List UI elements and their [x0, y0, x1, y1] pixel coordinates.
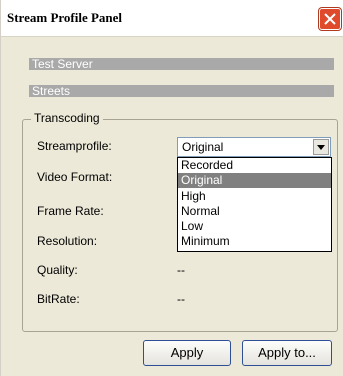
dropdown-option-minimum[interactable]: Minimum	[178, 234, 331, 249]
chevron-down-icon	[317, 145, 325, 150]
dropdown-option-low[interactable]: Low	[178, 219, 331, 234]
window-title: Stream Profile Panel	[7, 10, 123, 25]
streamprofile-selected-value: Original	[182, 140, 224, 154]
streamprofile-select[interactable]: Original	[177, 137, 331, 157]
close-button[interactable]	[319, 8, 341, 30]
bitrate-value: --	[177, 292, 185, 306]
camera-name-bar: Streets	[29, 85, 334, 97]
bitrate-label: BitRate:	[37, 292, 80, 306]
video-format-label: Video Format:	[37, 170, 113, 184]
dropdown-option-original[interactable]: Original	[178, 173, 331, 188]
apply-button[interactable]: Apply	[143, 340, 231, 366]
quality-value: --	[177, 263, 185, 277]
frame-rate-label: Frame Rate:	[37, 204, 104, 218]
quality-label: Quality:	[37, 263, 78, 277]
close-icon	[324, 13, 336, 25]
streamprofile-label: Streamprofile:	[37, 139, 112, 153]
dropdown-option-recorded[interactable]: Recorded	[178, 158, 331, 173]
apply-to-button[interactable]: Apply to...	[242, 340, 332, 366]
server-name-bar: Test Server	[29, 58, 334, 70]
streamprofile-dropdown-button[interactable]	[313, 139, 329, 155]
resolution-label: Resolution:	[37, 234, 98, 248]
dropdown-option-normal[interactable]: Normal	[178, 204, 331, 219]
stream-profile-panel: Stream Profile Panel Test Server Streets…	[0, 0, 343, 376]
transcoding-group-label: Transcoding	[31, 111, 103, 125]
dropdown-option-high[interactable]: High	[178, 189, 331, 204]
title-bar[interactable]: Stream Profile Panel	[1, 0, 343, 37]
streamprofile-dropdown-list: Recorded Original High Normal Low Minimu…	[177, 157, 332, 252]
